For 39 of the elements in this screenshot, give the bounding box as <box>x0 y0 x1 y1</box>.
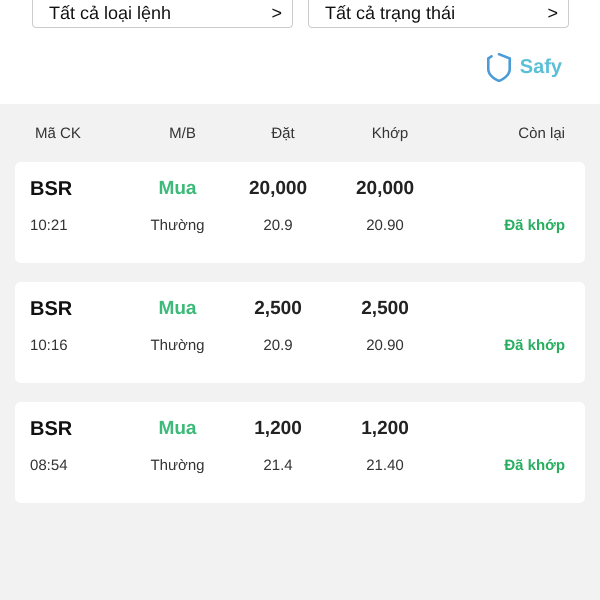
order-time: 08:54 <box>29 456 69 474</box>
symbol: BSR <box>29 178 74 200</box>
order-price: 21.4 <box>262 456 294 474</box>
brand-name: Safy <box>520 56 562 78</box>
order-quantity: 1,200 <box>253 418 303 440</box>
order-quantity: 20,000 <box>248 178 308 200</box>
order-price: 20.9 <box>262 216 294 234</box>
order-card[interactable]: BSR Mua 20,000 20,000 10:21 Thường 20.9 20.90 Đã khớp <box>15 162 585 263</box>
order-status: Đã khớp <box>503 216 566 234</box>
order-status: Đã khớp <box>503 336 566 354</box>
matched-quantity: 1,200 <box>360 418 410 440</box>
order-status: Đã khớp <box>503 456 566 474</box>
side: Mua <box>158 178 198 200</box>
matched-price: 20.90 <box>365 336 405 354</box>
column-header: Còn lại <box>517 124 566 142</box>
filter-dropdown[interactable]: Tất cả trạng thái > <box>308 0 569 28</box>
order-quantity: 2,500 <box>253 298 303 320</box>
side: Mua <box>158 418 198 440</box>
order-type: Thường <box>149 336 206 354</box>
filter-dropdown[interactable]: Tất cả loại lệnh > <box>32 0 293 28</box>
matched-price: 20.90 <box>365 216 405 234</box>
symbol: BSR <box>29 298 74 320</box>
column-header: Khớp <box>370 124 410 142</box>
symbol: BSR <box>29 418 74 440</box>
column-header: M/B <box>168 124 197 142</box>
matched-quantity: 2,500 <box>360 298 410 320</box>
order-card[interactable]: BSR Mua 2,500 2,500 10:16 Thường 20.9 20.90 Đã khớp <box>15 282 585 383</box>
matched-price: 21.40 <box>365 456 405 474</box>
column-header: Đặt <box>270 124 296 142</box>
order-type: Thường <box>149 216 206 234</box>
order-price: 20.9 <box>262 336 294 354</box>
side: Mua <box>158 298 198 320</box>
order-type: Thường <box>149 456 206 474</box>
order-time: 10:16 <box>29 336 69 354</box>
shield-icon <box>486 52 512 82</box>
column-header: Mã CK <box>34 124 82 142</box>
order-card[interactable]: BSR Mua 1,200 1,200 08:54 Thường 21.4 21.40 Đã khớp <box>15 402 585 503</box>
order-time: 10:21 <box>29 216 69 234</box>
matched-quantity: 20,000 <box>354 178 416 200</box>
